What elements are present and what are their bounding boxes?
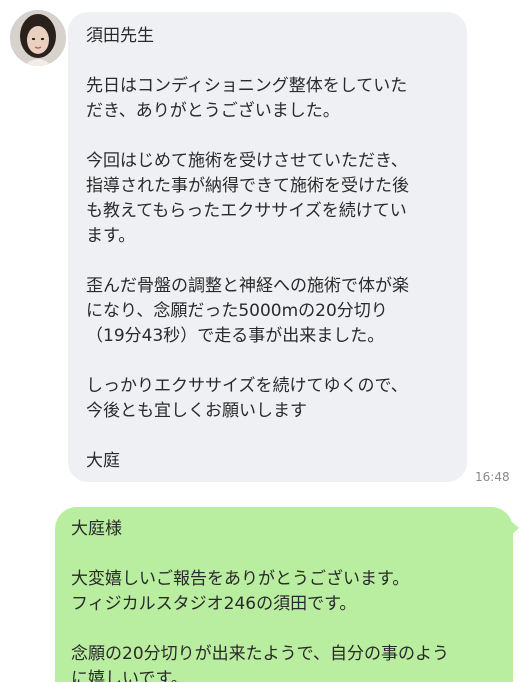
message-line: に嬉しいです。 bbox=[71, 669, 188, 682]
message-line: 今後とも宜しくお願いします bbox=[86, 401, 307, 421]
message-line: 須田先生 bbox=[86, 26, 154, 46]
message-line: 大変嬉しいご報告をありがとうございます。 bbox=[71, 569, 410, 589]
message-line: フィジカルスタジオ246の須田です。 bbox=[71, 594, 357, 614]
message-line: 念願の20分切りが出来たようで、自分の事のよう bbox=[71, 644, 449, 664]
profile-photo-icon bbox=[10, 10, 66, 66]
message-line: になり、念願だった5000mの20分切り bbox=[86, 301, 388, 321]
message-line: 指導された事が納得できて施術を受けた後 bbox=[86, 176, 409, 196]
message-line: も教えてもらったエクササイズを続けてい bbox=[86, 201, 407, 221]
message-line: ます。 bbox=[86, 226, 136, 246]
message-line: 先日はコンディショニング整体をしていた bbox=[86, 76, 408, 96]
message-line: 今回はじめて施術を受けさせていただき、 bbox=[86, 151, 408, 171]
avatar[interactable] bbox=[10, 10, 66, 66]
message-line: だき、ありがとうございました。 bbox=[86, 101, 340, 121]
message-line: 歪んだ骨盤の調整と神経への施術で体が楽 bbox=[86, 276, 409, 296]
outgoing-message-bubble[interactable]: 大庭様 大変嬉しいご報告をありがとうございます。 フィジカルスタジオ246の須田… bbox=[55, 507, 519, 682]
message-timestamp: 16:48 bbox=[475, 470, 510, 484]
message-line: しっかりエクササイズを続けてゆくので、 bbox=[86, 376, 408, 396]
incoming-message-bubble[interactable]: 須田先生 先日はコンディショニング整体をしていた だき、ありがとうございました。… bbox=[68, 12, 467, 482]
message-line: （19分43秒）で走る事が出来ました。 bbox=[86, 326, 385, 346]
chat-screen: 須田先生 先日はコンディショニング整体をしていた だき、ありがとうございました。… bbox=[0, 0, 521, 682]
message-line: 大庭 bbox=[86, 451, 120, 471]
message-line: 大庭様 bbox=[71, 519, 122, 539]
